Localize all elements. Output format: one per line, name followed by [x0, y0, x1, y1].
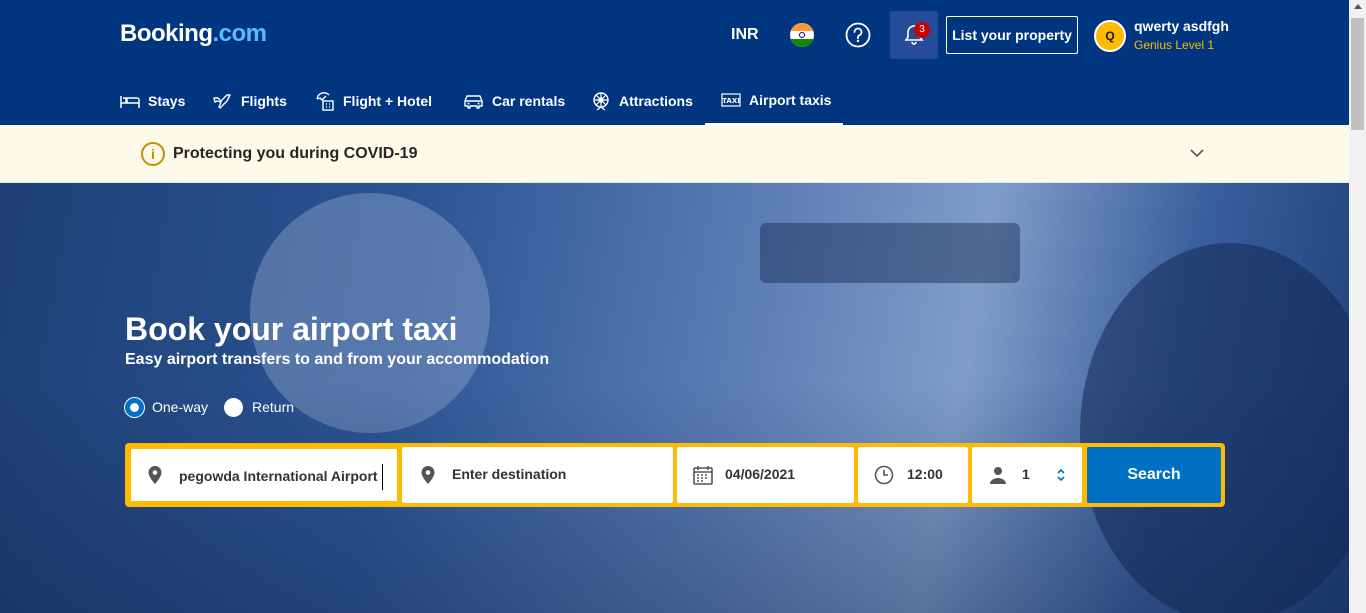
car-icon: [464, 94, 483, 109]
calendar-icon: [693, 466, 713, 485]
nav-label: Airport taxis: [749, 91, 832, 108]
nav-item-flight-hotel[interactable]: Flight + Hotel: [314, 76, 432, 125]
nav-item-attractions[interactable]: Attractions: [591, 76, 693, 125]
nav-label: Attractions: [619, 92, 693, 109]
location-pin-icon: [421, 466, 435, 484]
info-icon: i: [141, 142, 165, 166]
nav-item-airport-taxis[interactable]: TAXI Airport taxis: [705, 76, 843, 125]
nav-item-flights[interactable]: Flights: [213, 76, 287, 125]
date-picker[interactable]: 04/06/2021: [677, 447, 854, 503]
covid-banner[interactable]: i Protecting you during COVID-19: [0, 125, 1349, 183]
chevron-down-icon[interactable]: [1188, 147, 1206, 159]
nav-label: Stays: [148, 92, 186, 109]
nav-label: Car rentals: [492, 92, 566, 109]
taxi-search-form: pegowda International Airport Enter dest…: [125, 443, 1225, 507]
plane-icon: [213, 93, 231, 109]
attractions-icon: [593, 91, 609, 110]
pickup-location-value: pegowda International Airport: [179, 468, 378, 484]
one-way-radio[interactable]: [125, 398, 144, 417]
bed-icon: [120, 95, 140, 108]
user-name[interactable]: qwerty asdfgh: [1134, 18, 1229, 34]
time-value: 12:00: [907, 466, 943, 482]
destination-input[interactable]: Enter destination: [402, 447, 673, 503]
booking-logo[interactable]: Booking.com: [120, 20, 267, 48]
nav-label: Flight + Hotel: [343, 92, 433, 109]
time-picker[interactable]: 12:00: [858, 447, 968, 503]
help-icon[interactable]: [845, 22, 871, 48]
page-subtitle: Easy airport transfers to and from your …: [125, 351, 550, 368]
nav-label: Flights: [241, 92, 287, 109]
main-nav: Stays Flights Flight + Hotel Car rentals…: [0, 76, 1349, 125]
flight-hotel-icon: [316, 92, 334, 111]
india-flag-icon[interactable]: [790, 23, 814, 47]
nav-item-car-rentals[interactable]: Car rentals: [463, 76, 565, 125]
one-way-label[interactable]: One-way: [152, 399, 208, 415]
hero-background: [0, 183, 1349, 613]
notifications-button[interactable]: 3: [890, 11, 938, 59]
taxi-icon: TAXI: [721, 92, 741, 107]
date-value: 04/06/2021: [725, 466, 796, 482]
page-title: Book your airport taxi: [125, 311, 458, 347]
currency-selector[interactable]: INR: [731, 26, 759, 44]
vertical-scrollbar[interactable]: [1349, 0, 1366, 613]
location-pin-icon: [148, 466, 162, 484]
genius-level: Genius Level 1: [1134, 38, 1215, 52]
scroll-up-icon[interactable]: [1354, 4, 1362, 9]
covid-banner-text: Protecting you during COVID-19: [173, 145, 418, 162]
list-your-property-button[interactable]: List your property: [946, 16, 1078, 54]
site-header: Booking.com INR 3 List your property Q q…: [0, 0, 1349, 125]
return-radio[interactable]: [224, 398, 243, 417]
stepper-arrows-icon[interactable]: [1056, 467, 1066, 483]
passengers-selector[interactable]: 1: [972, 447, 1082, 503]
scrollbar-thumb[interactable]: [1351, 18, 1364, 130]
nav-item-stays[interactable]: Stays: [120, 76, 185, 125]
search-button[interactable]: Search: [1087, 447, 1221, 503]
person-icon: [990, 467, 1006, 484]
destination-placeholder: Enter destination: [452, 466, 567, 482]
return-label[interactable]: Return: [252, 399, 294, 415]
text-cursor: [382, 464, 383, 490]
notification-badge: 3: [914, 22, 930, 38]
clock-icon: [874, 465, 894, 485]
pickup-location-input[interactable]: pegowda International Airport: [129, 447, 399, 503]
passengers-value: 1: [1022, 466, 1030, 482]
svg-text:TAXI: TAXI: [722, 97, 740, 105]
avatar[interactable]: Q: [1094, 20, 1126, 52]
